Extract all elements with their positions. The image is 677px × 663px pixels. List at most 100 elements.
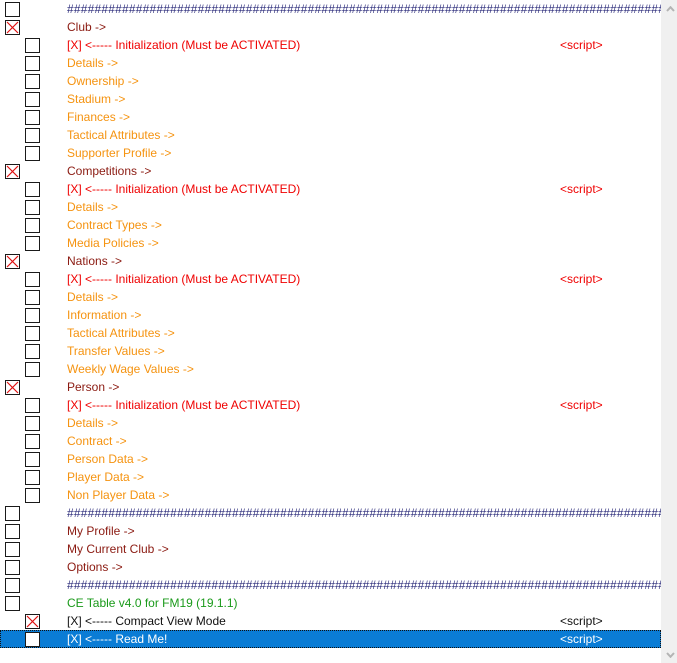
checkbox-unchecked[interactable] (25, 632, 40, 647)
table-row[interactable]: Information -> (0, 306, 661, 324)
table-row[interactable]: ########################################… (0, 0, 661, 18)
checkbox-unchecked[interactable] (25, 326, 40, 341)
checkbox-checked[interactable] (25, 614, 40, 629)
table-row[interactable]: [X] <----- Initialization (Must be ACTIV… (0, 180, 661, 198)
table-row[interactable]: Transfer Values -> (0, 342, 661, 360)
table-row-description: Contract Types -> (67, 218, 162, 232)
table-row-description: My Current Club -> (67, 542, 169, 556)
checkbox-unchecked[interactable] (25, 452, 40, 467)
table-row-description: Weekly Wage Values -> (67, 362, 194, 376)
table-row[interactable]: Contract -> (0, 432, 661, 450)
checkbox-unchecked[interactable] (5, 578, 20, 593)
table-row-description: Details -> (67, 56, 119, 70)
table-row[interactable]: Details -> (0, 288, 661, 306)
checkbox-unchecked[interactable] (25, 488, 40, 503)
table-row[interactable]: Details -> (0, 54, 661, 72)
table-row-description: Competitions -> (67, 164, 152, 178)
checkbox-unchecked[interactable] (25, 290, 40, 305)
table-row[interactable]: Contract Types -> (0, 216, 661, 234)
checkbox-unchecked[interactable] (25, 470, 40, 485)
checkbox-unchecked[interactable] (5, 2, 20, 17)
table-row[interactable]: ########################################… (0, 504, 661, 522)
table-row-description: Details -> (67, 416, 119, 430)
table-row-script-type: <script> (560, 38, 603, 52)
table-row[interactable]: Details -> (0, 198, 661, 216)
checkbox-unchecked[interactable] (25, 56, 40, 71)
table-row[interactable]: Person Data -> (0, 450, 661, 468)
table-row[interactable]: Weekly Wage Values -> (0, 360, 661, 378)
table-row[interactable]: Nations -> (0, 252, 661, 270)
table-row-description: [X] <----- Read Me! (67, 632, 168, 646)
checkbox-unchecked[interactable] (25, 362, 40, 377)
table-row-script-type: <script> (560, 272, 603, 286)
checkbox-unchecked[interactable] (25, 272, 40, 287)
table-row-description: Finances -> (67, 110, 131, 124)
checkbox-unchecked[interactable] (25, 200, 40, 215)
checkbox-unchecked[interactable] (25, 92, 40, 107)
table-row-description: Options -> (67, 560, 123, 574)
table-row[interactable]: Competitions -> (0, 162, 661, 180)
table-row-selected[interactable]: [X] <----- Read Me! <script> (0, 630, 661, 648)
vertical-scrollbar[interactable] (661, 0, 677, 663)
table-row[interactable]: My Profile -> (0, 522, 661, 540)
table-row[interactable]: Non Player Data -> (0, 486, 661, 504)
table-row[interactable]: Details -> (0, 414, 661, 432)
checkbox-unchecked[interactable] (5, 524, 20, 539)
table-row-description: Person Data -> (67, 452, 149, 466)
checkbox-unchecked[interactable] (5, 506, 20, 521)
table-row-description: CE Table v4.0 for FM19 (19.1.1) (67, 596, 238, 610)
separator-hashes: ########################################… (67, 578, 661, 592)
table-row[interactable]: Person -> (0, 378, 661, 396)
checkbox-unchecked[interactable] (25, 434, 40, 449)
checkbox-unchecked[interactable] (25, 128, 40, 143)
checkbox-unchecked[interactable] (25, 344, 40, 359)
table-row[interactable]: [X] <----- Compact View Mode <script> (0, 612, 661, 630)
table-row[interactable]: ########################################… (0, 576, 661, 594)
table-row[interactable]: My Current Club -> (0, 540, 661, 558)
checkbox-checked[interactable] (5, 164, 20, 179)
table-row-description: Non Player Data -> (67, 488, 170, 502)
checkbox-checked[interactable] (5, 20, 20, 35)
checkbox-unchecked[interactable] (25, 218, 40, 233)
table-entry-tree[interactable]: ########################################… (0, 0, 661, 663)
checkbox-unchecked[interactable] (25, 236, 40, 251)
checkbox-unchecked[interactable] (5, 596, 20, 611)
checkbox-unchecked[interactable] (25, 146, 40, 161)
table-row-description: [X] <----- Initialization (Must be ACTIV… (67, 272, 301, 286)
table-row-script-type: <script> (560, 614, 603, 628)
table-row[interactable]: Player Data -> (0, 468, 661, 486)
checkbox-unchecked[interactable] (5, 542, 20, 557)
table-row[interactable]: Club -> (0, 18, 661, 36)
table-row[interactable]: Supporter Profile -> (0, 144, 661, 162)
checkbox-unchecked[interactable] (25, 110, 40, 125)
table-row[interactable]: Finances -> (0, 108, 661, 126)
checkbox-unchecked[interactable] (5, 560, 20, 575)
checkbox-unchecked[interactable] (25, 182, 40, 197)
table-row-description: Information -> (67, 308, 142, 322)
checkbox-unchecked[interactable] (25, 398, 40, 413)
table-row[interactable]: [X] <----- Initialization (Must be ACTIV… (0, 36, 661, 54)
scroll-up-chevron-icon[interactable] (662, 0, 677, 17)
table-row[interactable]: Media Policies -> (0, 234, 661, 252)
table-row[interactable]: Tactical Attributes -> (0, 324, 661, 342)
separator-hashes: ########################################… (67, 506, 661, 520)
table-row[interactable]: [X] <----- Initialization (Must be ACTIV… (0, 396, 661, 414)
scrollbar-track[interactable] (662, 17, 677, 646)
checkbox-checked[interactable] (5, 254, 20, 269)
checkbox-unchecked[interactable] (25, 38, 40, 53)
checkbox-unchecked[interactable] (25, 74, 40, 89)
table-row[interactable]: Options -> (0, 558, 661, 576)
table-row[interactable]: CE Table v4.0 for FM19 (19.1.1) (0, 594, 661, 612)
scroll-down-chevron-icon[interactable] (662, 646, 677, 663)
checkbox-unchecked[interactable] (25, 308, 40, 323)
table-row[interactable]: Tactical Attributes -> (0, 126, 661, 144)
table-row[interactable]: [X] <----- Initialization (Must be ACTIV… (0, 270, 661, 288)
cheat-engine-table-window: ########################################… (0, 0, 677, 663)
checkbox-unchecked[interactable] (25, 416, 40, 431)
table-row[interactable]: Stadium -> (0, 90, 661, 108)
table-row-description: Nations -> (67, 254, 123, 268)
table-row[interactable]: Ownership -> (0, 72, 661, 90)
table-row-description: [X] <----- Initialization (Must be ACTIV… (67, 38, 301, 52)
table-row-description: Supporter Profile -> (67, 146, 172, 160)
checkbox-checked[interactable] (5, 380, 20, 395)
